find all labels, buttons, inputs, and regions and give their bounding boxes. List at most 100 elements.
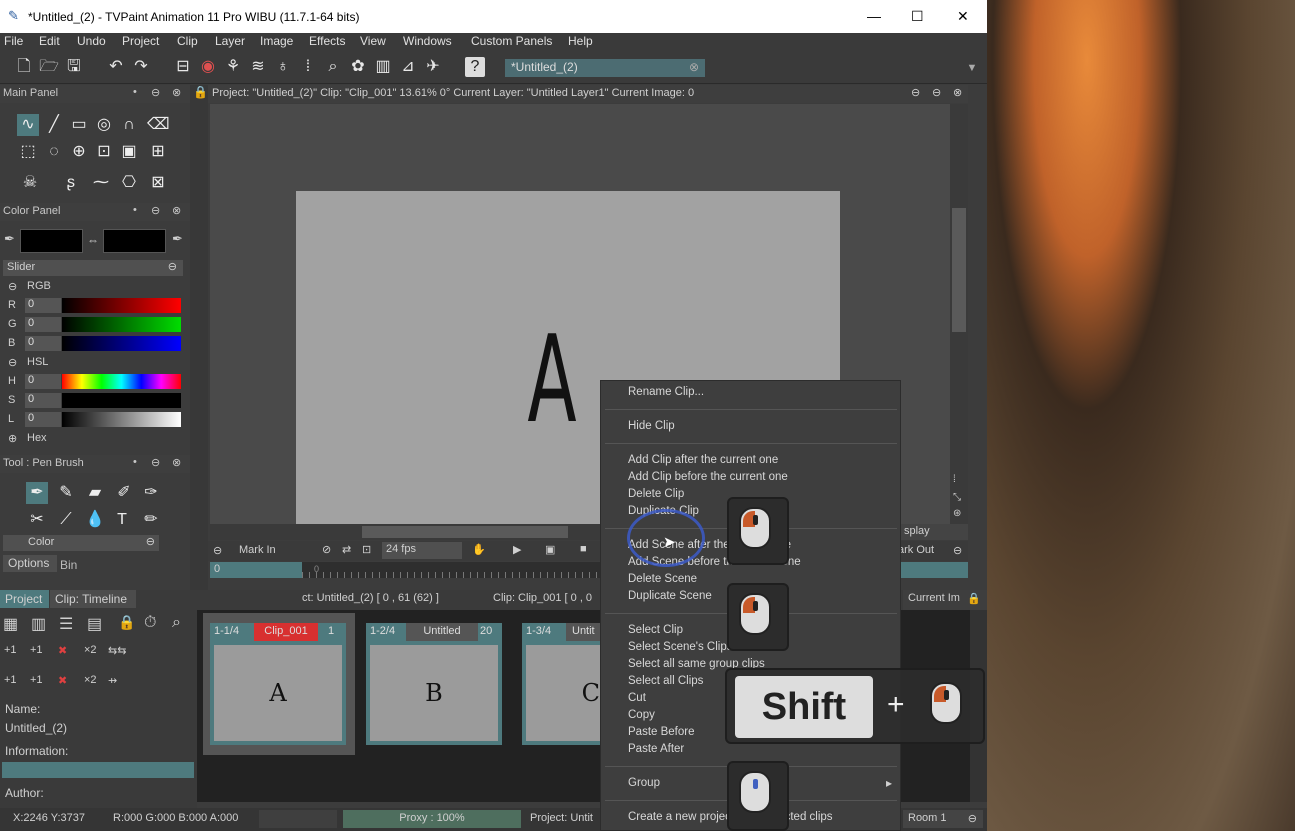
menu-rename-clip[interactable]: Rename Clip... xyxy=(628,386,704,398)
list-view-icon[interactable]: ☰ xyxy=(59,614,73,634)
menu-hide-clip[interactable]: Hide Clip xyxy=(628,420,675,432)
add-scene-before-icon[interactable]: +1 xyxy=(30,674,43,686)
clip-card-3[interactable]: 1-3/4 Untit C xyxy=(522,623,600,745)
resize-icon[interactable]: ⤡ xyxy=(953,492,961,503)
slider-h-value[interactable]: 0 xyxy=(25,374,61,389)
lasso-tool-icon[interactable]: ⬚ xyxy=(17,141,39,163)
menu-help[interactable]: Help xyxy=(568,34,593,48)
timeline-icon[interactable]: ⁞ xyxy=(298,57,318,77)
color-mode-dropdown[interactable]: Color ⊖ xyxy=(3,535,159,551)
zoom-icon[interactable]: ⌕ xyxy=(323,57,343,77)
menu-paste-before[interactable]: Paste Before xyxy=(628,726,694,738)
room-dropdown[interactable]: Room 1 ⊖ xyxy=(903,810,983,828)
open-folder-icon[interactable]: 🗁 xyxy=(39,57,59,77)
tab-options[interactable]: Options xyxy=(3,555,57,572)
arc-tool-icon[interactable]: ∩ xyxy=(118,114,140,136)
hsl-section[interactable]: ⊖ HSL xyxy=(0,354,190,372)
lock-icon[interactable]: 🔒 xyxy=(118,614,135,631)
mark-out-label[interactable]: ark Out xyxy=(898,544,934,556)
slider-r[interactable]: R0 xyxy=(0,297,190,315)
panel-minimize-icon[interactable]: ⊖ xyxy=(151,204,160,217)
eyedropper-icon[interactable]: ✒ xyxy=(4,231,15,247)
menu-delete-clip[interactable]: Delete Clip xyxy=(628,488,684,500)
menu-undo[interactable]: Undo xyxy=(77,34,106,48)
rgb-section[interactable]: ⊖ RGB xyxy=(0,278,190,296)
chart-icon[interactable]: ⊿ xyxy=(398,57,418,77)
menu-cut[interactable]: Cut xyxy=(628,692,646,704)
slider-l-value[interactable]: 0 xyxy=(25,412,61,427)
light-bulb-icon[interactable]: ♁ xyxy=(273,57,293,77)
slider-l-bar[interactable] xyxy=(62,412,181,427)
slider-dropdown[interactable]: Slider ⊖ xyxy=(3,260,183,276)
menu-edit[interactable]: Edit xyxy=(39,34,60,48)
menu-file[interactable]: File xyxy=(4,34,23,48)
ink-icon[interactable]: ✐ xyxy=(113,482,135,504)
clip-card-2[interactable]: 1-2/4 Untitled 20 B xyxy=(366,623,502,745)
line-tool-icon[interactable]: ╱ xyxy=(43,114,65,136)
zoom-tool-icon[interactable]: ⊕ xyxy=(68,141,90,163)
panel-minimize-icon[interactable]: ⊖ xyxy=(151,86,160,99)
panel-close-icon[interactable]: ⊗ xyxy=(172,86,181,99)
paper-tool-icon[interactable]: ⎔ xyxy=(118,172,140,194)
hscroll-thumb[interactable] xyxy=(362,526,568,538)
crop-tool-icon[interactable]: ⊡ xyxy=(93,141,115,163)
slider-r-value[interactable]: 0 xyxy=(25,298,61,313)
slider-r-bar[interactable] xyxy=(62,298,181,313)
menu-image[interactable]: Image xyxy=(260,34,293,48)
menu-clip[interactable]: Clip xyxy=(177,34,198,48)
marker-icon[interactable]: ▰ xyxy=(84,482,106,504)
menu-effects[interactable]: Effects xyxy=(309,34,345,48)
split-scene-icon[interactable]: ⇸ xyxy=(108,674,117,687)
panel-close-icon[interactable]: ⊗ xyxy=(953,86,962,99)
slider-s-value[interactable]: 0 xyxy=(25,393,61,408)
panel-close-icon[interactable]: ⊗ xyxy=(172,204,181,217)
redo-icon[interactable]: ↷ xyxy=(131,57,151,77)
knife-icon[interactable]: ⟋ xyxy=(55,509,77,531)
menu-delete-scene[interactable]: Delete Scene xyxy=(628,573,697,585)
maximize-button[interactable]: ☐ xyxy=(911,8,924,25)
eraser-tool-icon[interactable]: ⌫ xyxy=(147,114,170,136)
mark-in-label[interactable]: Mark In xyxy=(239,544,276,556)
magic-select-icon[interactable]: ◌ xyxy=(43,141,65,163)
brush-icon[interactable]: ⚘ xyxy=(223,57,243,77)
pen-brush-icon[interactable]: ✒ xyxy=(26,482,48,504)
fit-icon[interactable]: ⁞ xyxy=(953,474,956,485)
fill-drop-icon[interactable]: 💧 xyxy=(84,509,106,531)
skull-tool-icon[interactable]: ☠ xyxy=(19,172,41,194)
add-clip-before-icon[interactable]: +1 xyxy=(30,644,43,656)
menu-add-clip-before[interactable]: Add Clip before the current one xyxy=(628,471,788,483)
mark-in-toggle-icon[interactable]: ⊖ xyxy=(213,544,222,557)
menu-view[interactable]: View xyxy=(360,34,386,48)
timer-icon[interactable]: ⏱ xyxy=(144,614,156,632)
safe-area-icon[interactable]: ⊡ xyxy=(362,543,371,556)
secondary-color-swatch[interactable] xyxy=(103,229,166,253)
color-wheel-icon[interactable]: ◉ xyxy=(198,57,218,77)
dropdown-arrow-icon[interactable]: ▼ xyxy=(962,58,982,78)
add-clip-icon[interactable]: +1 xyxy=(4,644,17,656)
duplicate-scene-icon[interactable]: ×2 xyxy=(84,674,97,686)
scrub-hand-icon[interactable]: ✋ xyxy=(472,543,486,556)
current-frame-field[interactable]: 0 xyxy=(210,562,302,578)
warp-tool-icon[interactable]: ʂ xyxy=(60,172,82,194)
end-frame-field[interactable] xyxy=(900,562,968,578)
slider-b[interactable]: B0 xyxy=(0,335,190,353)
cutter-icon[interactable]: ✂ xyxy=(26,509,48,531)
slider-g[interactable]: G0 xyxy=(0,316,190,334)
grid-tool-icon[interactable]: ⊠ xyxy=(147,172,169,194)
menu-group[interactable]: Group xyxy=(628,777,660,789)
flower-icon[interactable]: ✿ xyxy=(348,57,368,77)
send-icon[interactable]: ✈ xyxy=(423,57,443,77)
swap-colors-icon[interactable]: ⇔ xyxy=(87,233,99,247)
screen-icon[interactable]: ▣ xyxy=(545,543,555,556)
panel-collapse-icon[interactable]: ⊖ xyxy=(911,86,920,99)
delete-scene-icon[interactable]: ✖ xyxy=(58,674,67,687)
search-icon[interactable]: ⌕ xyxy=(172,614,181,632)
pencil-icon[interactable]: ✎ xyxy=(55,482,77,504)
onion-skin-icon[interactable]: ⊘ xyxy=(322,543,331,556)
menu-copy[interactable]: Copy xyxy=(628,709,655,721)
delete-clip-icon[interactable]: ✖ xyxy=(58,644,67,657)
menu-duplicate-scene[interactable]: Duplicate Scene xyxy=(628,590,712,602)
proxy-field[interactable]: Proxy : 100% xyxy=(343,810,521,828)
panel-minimize-icon[interactable]: ⊖ xyxy=(151,456,160,469)
minimize-button[interactable]: — xyxy=(867,8,881,24)
